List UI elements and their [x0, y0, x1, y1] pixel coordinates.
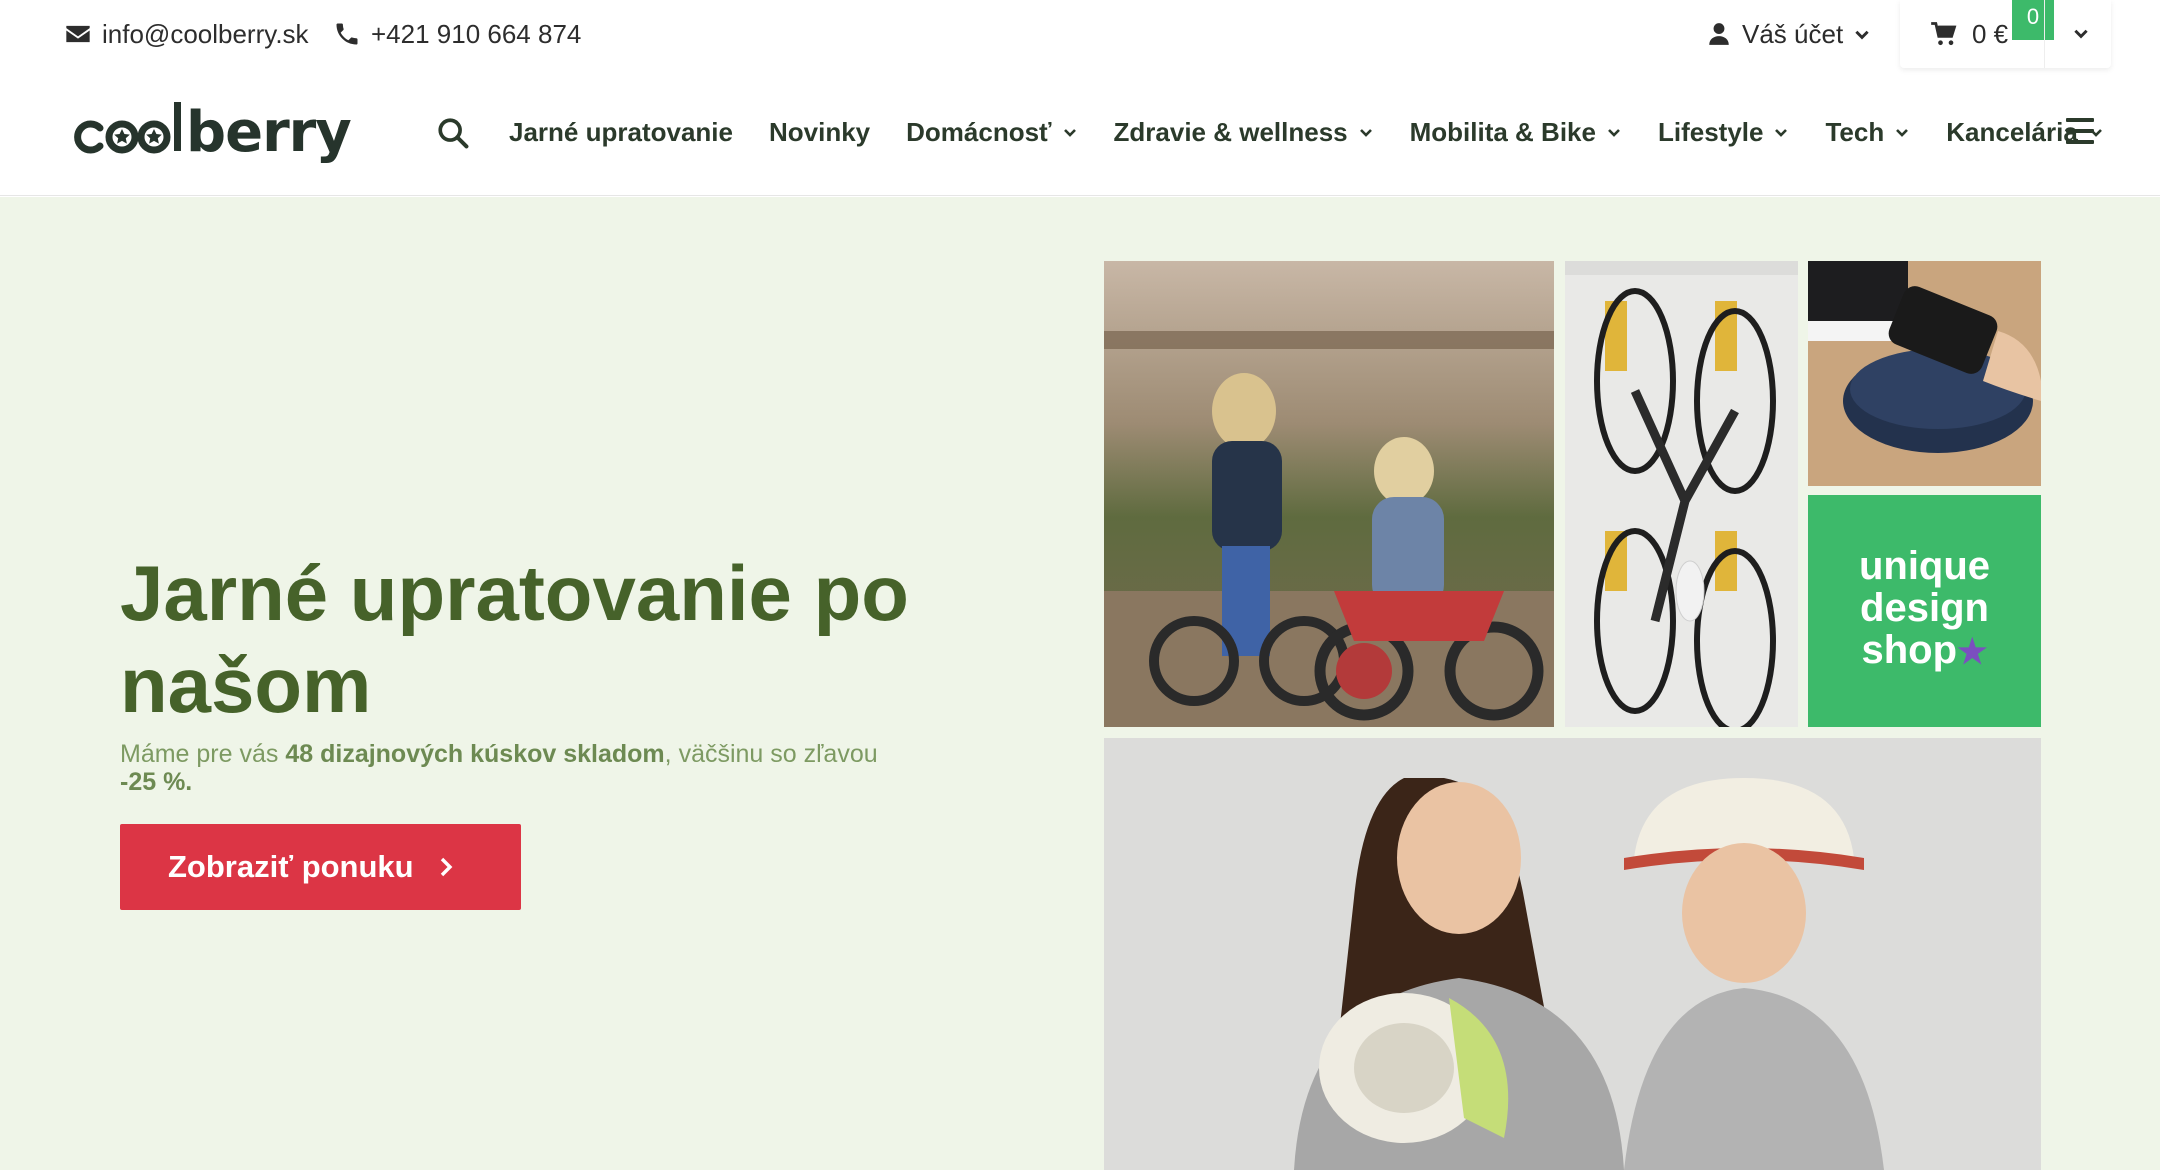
badge-line-last: shop★ [1808, 629, 2041, 673]
badge-text: unique design shop★ [1808, 545, 2041, 673]
chevron-down-icon [1896, 129, 1909, 137]
phone-text: +421 910 664 874 [371, 18, 582, 49]
kids-balance-bikes-photo[interactable] [1104, 261, 1554, 727]
badge-line: design [1860, 586, 1989, 630]
wall-mounted-bikes-photo[interactable] [1565, 261, 1798, 727]
main-navbar: berry Jarné upratovanie Novinky Domácnos… [0, 66, 2160, 196]
nav-item-label: Domácnosť [906, 116, 1052, 147]
hero-subtitle: Máme pre vás 48 dizajnových kúskov sklad… [120, 740, 940, 796]
nav-item-zdravie-wellness[interactable]: Zdravie & wellness [1114, 117, 1374, 148]
hero-banner: Jarné upratovanie po našom Máme pre vás … [0, 197, 2160, 1170]
search-icon[interactable] [436, 116, 470, 150]
nav-item-domacnost[interactable]: Domácnosť [906, 117, 1077, 148]
nav-item-label: Mobilita & Bike [1409, 116, 1596, 147]
girls-with-helmets-photo[interactable] [1104, 738, 2041, 1170]
chevron-right-icon [440, 857, 453, 877]
nav-menu: Jarné upratovanie Novinky Domácnosť Zdra… [509, 110, 2140, 154]
badge-line: unique [1858, 544, 1991, 588]
nav-item-label: Kancelária [1946, 116, 2078, 147]
nav-item-label: Novinky [768, 116, 871, 147]
coolberry-logo[interactable]: berry [62, 96, 362, 168]
nav-item-label: Tech [1825, 116, 1885, 147]
top-bar: info@coolberry.sk +421 910 664 874 Váš ú… [0, 0, 2160, 68]
email-text: info@coolberry.sk [102, 18, 309, 49]
chevron-down-icon [1775, 129, 1788, 137]
hero-subtitle-discount: -25 %. [120, 768, 193, 796]
nav-item-lifestyle[interactable]: Lifestyle [1658, 117, 1790, 148]
star-icon: ★ [1957, 633, 1988, 671]
user-icon [1709, 23, 1729, 45]
phone-icon [336, 23, 358, 45]
logo-graphic: berry [74, 100, 352, 165]
nav-item-label: Zdravie & wellness [1113, 116, 1348, 147]
show-offer-label: Zobraziť ponuku [168, 849, 414, 884]
nav-item-mobilita-bike[interactable]: Mobilita & Bike [1410, 117, 1622, 148]
show-offer-button[interactable]: Zobraziť ponuku [120, 824, 521, 910]
nav-item-jarne-upratovanie[interactable]: Jarné upratovanie [509, 117, 733, 148]
cart-dropdown-chevron-icon[interactable] [2072, 24, 2090, 42]
chevron-down-icon [1855, 30, 1869, 40]
chevron-down-icon [1359, 129, 1372, 137]
phone-link[interactable]: +421 910 664 874 [333, 14, 581, 54]
envelope-icon [66, 25, 90, 43]
account-menu[interactable]: Váš účet [1706, 14, 1871, 54]
unique-design-shop-badge: unique design shop★ [1808, 495, 2041, 727]
hero-title: Jarné upratovanie po našom [120, 549, 909, 729]
cart-widget[interactable]: 0 € 0 [1900, 0, 2111, 68]
nav-item-tech[interactable]: Tech [1825, 117, 1910, 148]
account-label: Váš účet [1742, 18, 1844, 49]
cart-button[interactable]: 0 € [1930, 14, 2008, 54]
cart-count-badge: 0 [2012, 0, 2054, 40]
cart-total: 0 € [1972, 18, 2009, 49]
hero-subtitle-text: , väčšinu so zľavou [664, 740, 878, 768]
hamburger-menu-icon[interactable] [2066, 118, 2094, 144]
wireless-charger-photo[interactable] [1808, 261, 2041, 486]
hero-subtitle-highlight: 48 dizajnových kúskov skladom [285, 740, 665, 768]
svg-text:berry: berry [186, 100, 351, 165]
nav-item-novinky[interactable]: Novinky [769, 117, 870, 148]
cart-icon [1931, 22, 1957, 46]
chevron-down-icon [1608, 129, 1620, 137]
hero-subtitle-text: Máme pre vás [120, 740, 286, 768]
cart-divider [2044, 0, 2045, 68]
nav-item-label: Jarné upratovanie [509, 116, 733, 147]
chevron-down-icon [1063, 129, 1076, 137]
badge-line: shop [1861, 628, 1958, 672]
email-link[interactable]: info@coolberry.sk [64, 14, 309, 54]
nav-item-label: Lifestyle [1657, 116, 1764, 147]
